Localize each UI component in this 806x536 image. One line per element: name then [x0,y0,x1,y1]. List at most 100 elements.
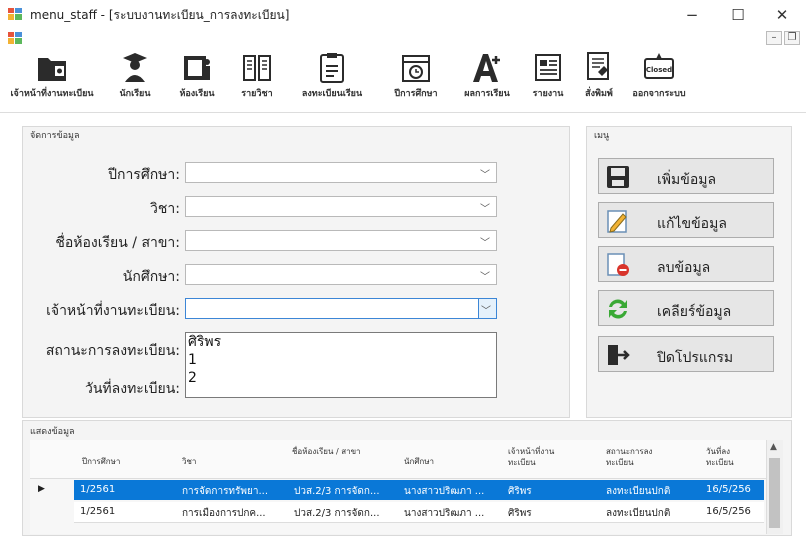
table-cell: ลงทะเบียนปกติ [606,508,671,519]
toolbar-logout[interactable]: Closed ออกจากระบบ [624,50,694,100]
toolbar-subjects[interactable]: รายวิชา [232,50,282,100]
child-minimize-button[interactable]: – [766,31,782,45]
table-cell: การเมืองการปกค... [182,508,266,519]
clipboard-icon [320,53,344,83]
subject-select[interactable]: ﹀ [185,196,497,217]
save-icon [607,166,629,188]
toolbar-label: ลงทะเบียนเรียน [301,89,363,99]
label-staff: เจ้าหน้าที่งานทะเบียน: [46,303,180,319]
table-cell: ศิริพร [508,508,532,519]
button-label: ลบข้อมูล [657,260,711,276]
toolbar-label: ปีการศึกษา [394,89,438,99]
window-title: menu_staff - [ระบบงานทะเบียน_การลงทะเบีย… [30,8,290,22]
delete-data-button[interactable]: ลบข้อมูล [598,246,774,282]
column-header[interactable]: ปีการศึกษา [82,456,172,467]
child-window-controls: – ❐ [764,31,800,45]
chevron-down-icon: ﹀ [480,238,490,249]
dropdown-option[interactable]: 2 [186,369,496,387]
exit-icon [608,345,630,365]
academic-year-select[interactable]: ﹀ [185,162,497,183]
toolbar-registration[interactable]: ลงทะเบียนเรียน [288,50,376,100]
panel-title: แสดงข้อมูล [30,427,75,437]
delete-icon [607,253,629,276]
label-academic-year: ปีการศึกษา: [108,167,180,183]
table-cell: นางสาวปริฒภา ... [404,508,485,519]
toolbar-label: รายวิชา [241,89,273,99]
dropdown-option[interactable]: ศิริพร [186,333,496,351]
table-cell: ปวส.2/3 การจัดก... [294,486,380,497]
column-header[interactable]: นักศึกษา [404,456,494,467]
toolbar-label: รายงาน [532,89,564,99]
column-header[interactable]: สถานะการลง ทะเบียน [606,446,672,468]
staff-select[interactable]: ﹀ [185,298,497,319]
chevron-down-icon: ﹀ [480,170,490,181]
grade-icon [473,54,500,82]
chevron-down-icon: ﹀ [480,204,490,215]
minimize-button[interactable]: − [672,2,712,28]
folder-icon [38,58,66,81]
dropdown-option[interactable]: 1 [186,351,496,369]
toolbar-label: เจ้าหน้าที่งานทะเบียน [10,89,94,99]
child-restore-button[interactable]: ❐ [784,31,800,45]
maximize-button[interactable]: ☐ [718,2,758,28]
print-icon [587,52,609,80]
close-button[interactable]: ✕ [762,2,802,28]
toolbar-academic-year[interactable]: ปีการศึกษา [384,50,448,100]
toolbar-print[interactable]: สั่งพิมพ์ [578,50,620,100]
table-cell: นางสาวปริฒภา ... [404,486,485,497]
panel-title: เมนู [594,131,610,141]
table-cell: 16/5/256 [706,506,751,517]
exit-program-button[interactable]: ปิดโปรแกรม [598,336,774,372]
current-row-arrow-icon: ▶ [38,484,45,494]
chevron-down-icon: ﹀ [481,306,491,317]
book-icon [243,55,271,81]
label-subject: วิชา: [150,201,180,217]
clear-data-button[interactable]: เคลียร์ข้อมูล [598,290,774,326]
child-window-icon [8,32,22,44]
student-select[interactable]: ﹀ [185,264,497,285]
scrollbar-thumb[interactable] [769,458,780,528]
button-label: แก้ไขข้อมูล [657,216,727,232]
row-header[interactable] [30,502,74,522]
closed-sign-text: Closed [646,66,672,74]
toolbar-reports[interactable]: รายงาน [524,50,572,100]
report-icon [535,54,561,81]
toolbar-label: ออกจากระบบ [632,89,686,99]
add-data-button[interactable]: เพิ่มข้อมูล [598,158,774,194]
table-cell: ศิริพร [508,486,532,497]
toolbar-label: ผลการเรียน [464,89,510,99]
button-label: เคลียร์ข้อมูล [657,304,732,320]
button-label: เพิ่มข้อมูล [657,172,717,188]
classroom-icon [184,56,210,80]
calendar-icon [402,55,430,82]
label-registration-date: วันที่ลงทะเบียน: [85,381,180,397]
graduate-icon [123,53,147,82]
row-header[interactable]: ▶ [30,480,74,500]
toolbar-results[interactable]: ผลการเรียน [456,50,518,100]
grid-scrollbar[interactable]: ▲ [766,440,783,534]
app-icon [8,8,22,20]
label-student: นักศึกษา: [122,269,180,285]
data-grid: ปีการศึกษา วิชา ชื่อห้องเรียน / สาขา นัก… [30,440,783,534]
chevron-down-icon: ﹀ [480,272,490,283]
toolbar-label: สั่งพิมพ์ [585,89,613,99]
staff-dropdown-list: ศิริพร 1 2 [185,332,497,398]
table-cell: 1/2561 [80,506,116,517]
toolbar-label: นักเรียน [119,89,151,99]
table-cell: การจัดการทรัพยา... [182,486,269,497]
column-header[interactable]: เจ้าหน้าที่งาน ทะเบียน [508,446,574,468]
classroom-select[interactable]: ﹀ [185,230,497,251]
column-header[interactable]: วิชา [182,456,272,467]
scroll-up-icon[interactable]: ▲ [770,442,777,452]
toolbar-students[interactable]: นักเรียน [108,50,162,100]
table-cell: 16/5/256 [706,484,751,495]
toolbar-classrooms[interactable]: ห้องเรียน [170,50,224,100]
table-row[interactable]: 1/2561 การจัดการทรัพยา... ปวส.2/3 การจัด… [74,480,764,500]
closed-sign-icon: Closed [644,53,674,79]
table-row[interactable]: 1/2561 การเมืองการปกค... ปวส.2/3 การจัดก… [74,502,764,523]
toolbar-label: ห้องเรียน [179,89,215,99]
column-header[interactable]: วันที่ลง ทะเบียน [706,446,756,468]
edit-data-button[interactable]: แก้ไขข้อมูล [598,202,774,238]
toolbar-staff[interactable]: เจ้าหน้าที่งานทะเบียน [6,50,98,100]
column-header[interactable]: ชื่อห้องเรียน / สาขา [292,446,362,457]
